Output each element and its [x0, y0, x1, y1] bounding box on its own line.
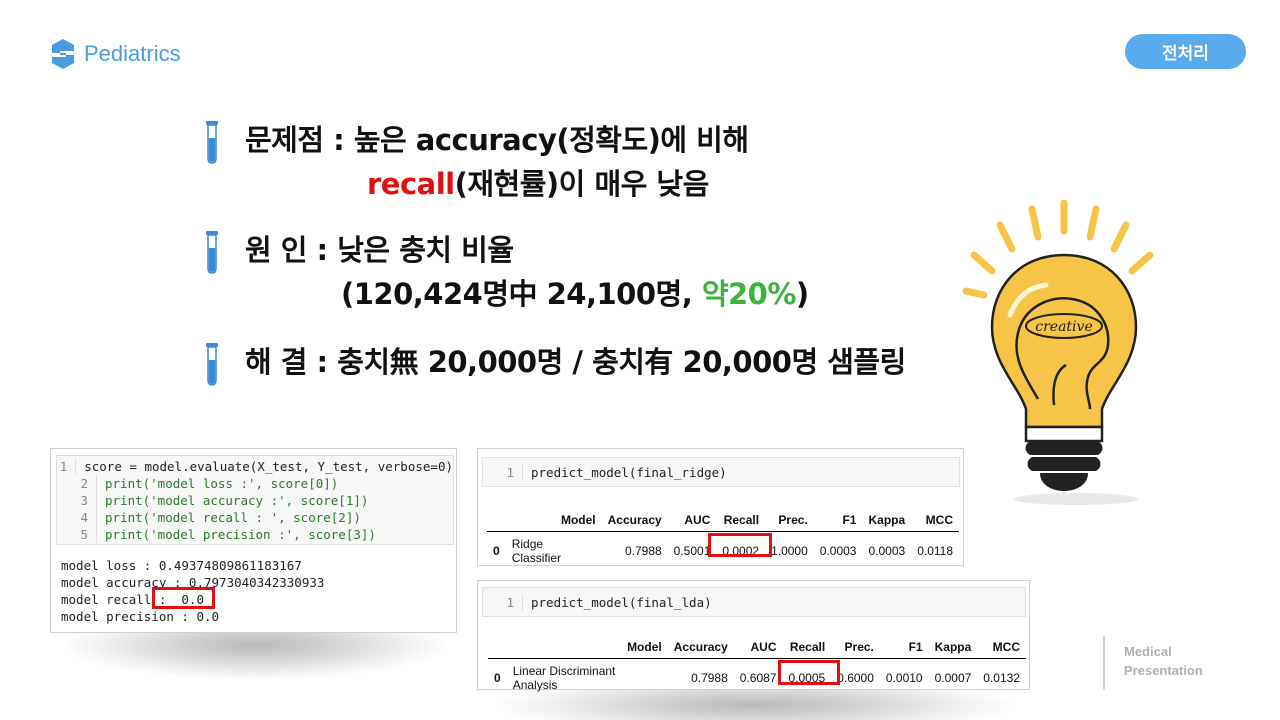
code-cell: 1 predict_model(final_ridge)	[482, 457, 960, 487]
code-line: 1 score = model.evaluate(X_test, Y_test, …	[57, 458, 453, 475]
problem-text-line2: recall(재현률)이 매우 낮음	[245, 162, 749, 206]
footer-label: Medical Presentation	[1124, 642, 1203, 680]
test-tube-icon	[206, 231, 218, 274]
recall-highlight-box	[778, 660, 840, 685]
creative-label: creative	[1035, 319, 1092, 335]
problem-text-rest: (재현률)이 매우 낮음	[454, 167, 710, 201]
output-loss: model loss : 0.49374809861183167	[61, 558, 302, 573]
brand-name: Pediatrics	[84, 41, 181, 66]
recall-highlight-box	[708, 533, 772, 557]
solution-text: 해 결 : 충치無 20,000명 / 충치有 20,000명 샘플링	[245, 345, 906, 379]
recall-highlight: recall	[367, 167, 455, 201]
code-line: 3 print('model accuracy :', score[1])	[57, 492, 453, 509]
test-tube-icon	[206, 121, 218, 164]
table-header-row: Model Accuracy AUC Recall Prec. F1 Kappa…	[487, 509, 959, 532]
footer-line2: Presentation	[1124, 663, 1203, 678]
test-tube-icon	[206, 343, 218, 386]
code-cell: 1 score = model.evaluate(X_test, Y_test, …	[56, 455, 454, 545]
code-line: 5 print('model precision :', score[3])	[57, 526, 453, 543]
section-badge: 전처리	[1125, 34, 1246, 69]
output-precision: model precision : 0.0	[61, 609, 220, 624]
ridge-result-panel: 1 predict_model(final_ridge) Model Accura…	[477, 448, 964, 566]
lightbulb-illustration: creative	[962, 199, 1154, 505]
bullet-solution: 해 결 : 충치無 20,000명 / 충치有 20,000명 샘플링	[205, 340, 906, 386]
code-line: 4 print('model recall : ', score[2])	[57, 509, 453, 526]
cause-close: )	[795, 277, 809, 311]
code-line: 2 print('model loss :', score[0])	[57, 475, 453, 492]
problem-text: 문제점 : 높은 accuracy(정확도)에 비해	[245, 123, 749, 157]
lda-result-panel: 1 predict_model(final_lda) Model Accuracy…	[477, 580, 1030, 692]
code-output-panel: 1 score = model.evaluate(X_test, Y_test, …	[50, 448, 457, 633]
cause-text-line2: (120,424명中 24,100명, 약20%)	[245, 272, 809, 316]
code-line: 1 predict_model(final_ridge)	[483, 464, 959, 481]
cause-count: (120,424명中 24,100명,	[341, 277, 702, 311]
table-header-row: Model Accuracy AUC Recall Prec. F1 Kappa…	[488, 636, 1026, 659]
code-line: 1 predict_model(final_lda)	[483, 594, 1025, 611]
brand-logo: Pediatrics	[50, 38, 181, 70]
footer-line1: Medical	[1124, 644, 1172, 659]
footer-divider	[1103, 636, 1105, 690]
cause-percent: 약20%	[701, 277, 797, 311]
cause-text: 원 인 : 낮은 충치 비율	[245, 233, 514, 267]
bullet-cause: 원 인 : 낮은 충치 비율 (120,424명中 24,100명, 약20%)	[205, 228, 809, 316]
table-row: 0 Linear Discriminant Analysis 0.7988 0.…	[494, 664, 1020, 692]
logo-s-icon	[52, 39, 74, 69]
lda-result-table: Model Accuracy AUC Recall Prec. F1 Kappa…	[488, 636, 1026, 697]
code-cell: 1 predict_model(final_lda)	[482, 587, 1026, 617]
bullet-problem: 문제점 : 높은 accuracy(정확도)에 비해 recall(재현률)이 …	[205, 118, 749, 206]
recall-highlight-box	[152, 587, 215, 609]
